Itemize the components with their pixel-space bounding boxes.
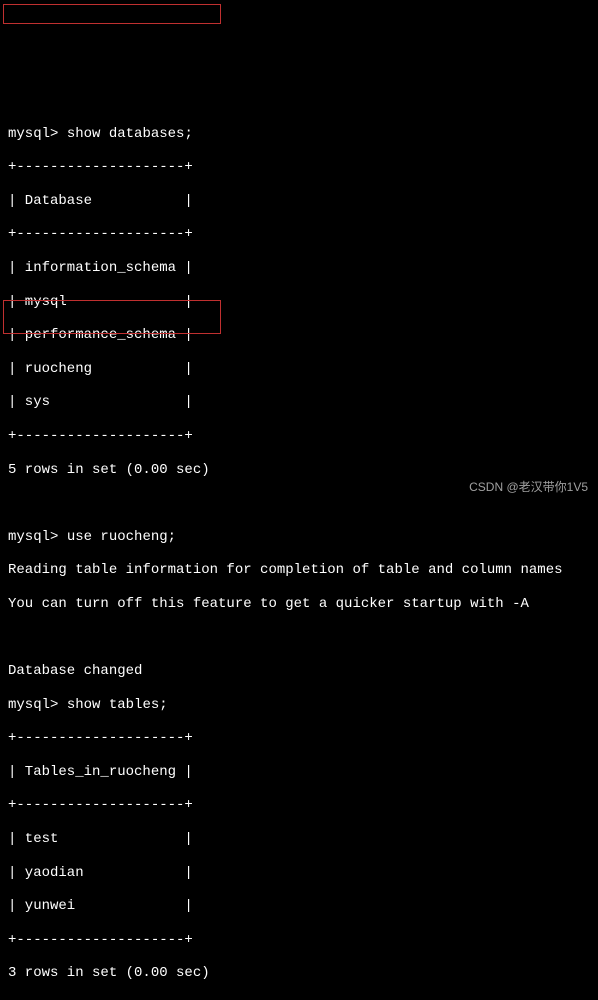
- table-border: +--------------------+: [8, 797, 590, 814]
- cmd-line[interactable]: mysql> show databases;: [8, 126, 590, 143]
- table-row: | yunwei |: [8, 898, 590, 915]
- table-border: +--------------------+: [8, 428, 590, 445]
- table-header: | Database |: [8, 193, 590, 210]
- table-border: +--------------------+: [8, 932, 590, 949]
- table-row: | sys |: [8, 394, 590, 411]
- prompt: mysql>: [8, 529, 58, 545]
- table-row: | test |: [8, 831, 590, 848]
- table-row: | ruocheng |: [8, 361, 590, 378]
- result-text: 5 rows in set (0.00 sec): [8, 462, 590, 479]
- cmd-line[interactable]: mysql> show tables;: [8, 697, 590, 714]
- status-text: Database changed: [8, 663, 590, 680]
- command-text: show tables;: [67, 697, 168, 713]
- blank-line: [8, 999, 590, 1000]
- blank-line: [8, 629, 590, 646]
- table-border: +--------------------+: [8, 226, 590, 243]
- info-text: You can turn off this feature to get a q…: [8, 596, 590, 613]
- table-row: | mysql |: [8, 294, 590, 311]
- result-text: 3 rows in set (0.00 sec): [8, 965, 590, 982]
- blank-line: [8, 495, 590, 512]
- info-text: Reading table information for completion…: [8, 562, 590, 579]
- watermark-text: CSDN @老汉带你1V5: [469, 480, 588, 494]
- table-border: +--------------------+: [8, 159, 590, 176]
- command-text: use ruocheng;: [67, 529, 176, 545]
- cmd-line[interactable]: mysql> use ruocheng;: [8, 529, 590, 546]
- prompt: mysql>: [8, 697, 58, 713]
- table-row: | information_schema |: [8, 260, 590, 277]
- highlight-box-1: [3, 4, 221, 24]
- table-border: +--------------------+: [8, 730, 590, 747]
- table-row: | yaodian |: [8, 865, 590, 882]
- table-header: | Tables_in_ruocheng |: [8, 764, 590, 781]
- table-row: | performance_schema |: [8, 327, 590, 344]
- prompt: mysql>: [8, 126, 58, 142]
- command-text: show databases;: [67, 126, 193, 142]
